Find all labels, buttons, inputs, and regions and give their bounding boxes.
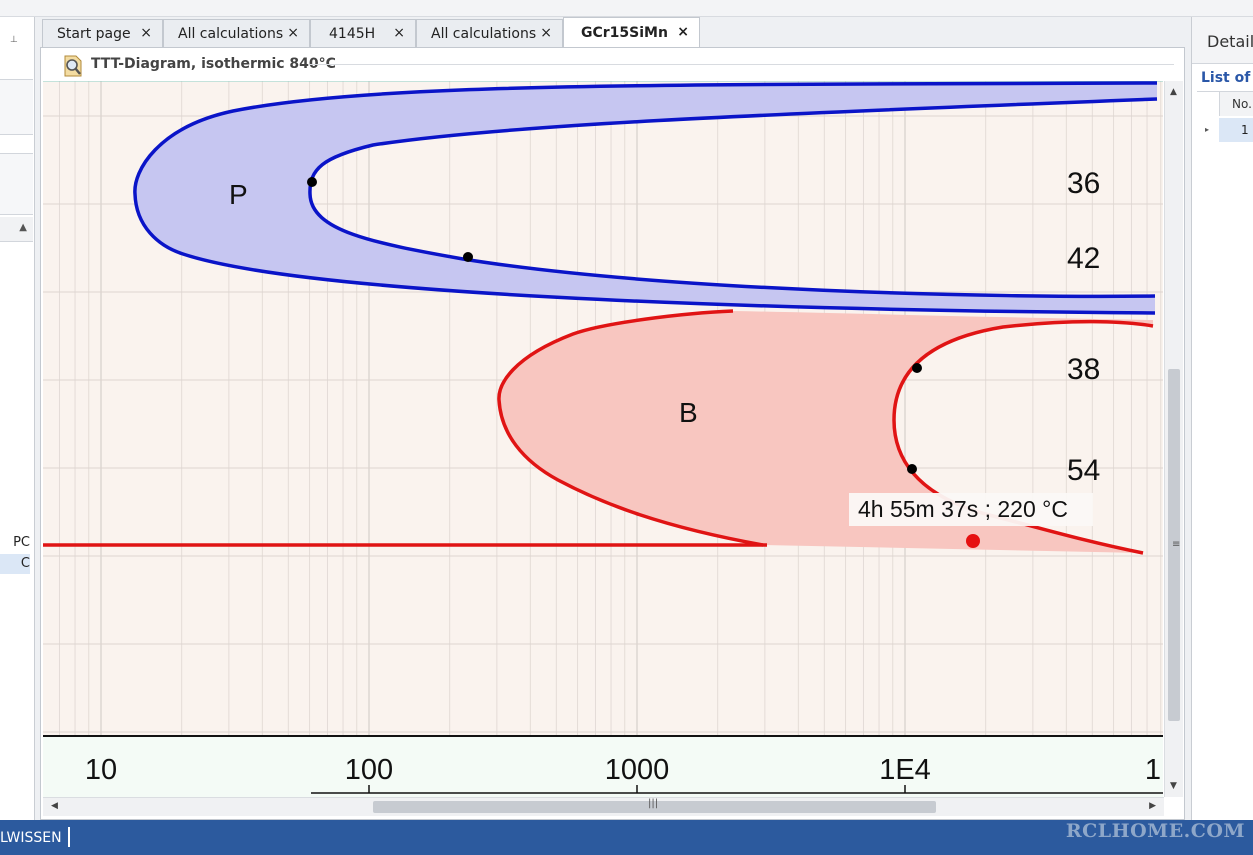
tab-label: 4145H (329, 26, 376, 42)
left-panel-item-selected[interactable]: C (0, 554, 30, 574)
tab-bar: Start page × All calculations × 4145H × … (40, 17, 1185, 48)
region-label-b: B (679, 397, 698, 428)
details-title: Details (1207, 32, 1253, 51)
details-header: Details (1192, 17, 1253, 64)
diagram-title: TTT-Diagram, isothermic 840°C (91, 56, 336, 72)
tab-label: GCr15SiMn (581, 25, 668, 41)
status-text: LWISSEN (0, 830, 62, 846)
hardness-label: 36 (1067, 167, 1100, 200)
tab-label: Start page (57, 26, 131, 42)
time-axis: 10 100 1000 1E4 1 (43, 735, 1163, 797)
cursor-marker (966, 534, 980, 548)
hardness-label: 54 (1067, 454, 1100, 487)
curve-point (307, 177, 317, 187)
hardness-label: 42 (1067, 242, 1100, 275)
left-panel: ⊥ ▲ PC C (0, 17, 35, 820)
curve-point (912, 363, 922, 373)
tab-start-page[interactable]: Start page × (42, 19, 163, 47)
top-strip (0, 0, 1253, 17)
title-divider (309, 64, 1174, 65)
chevron-up-icon: ▲ (19, 222, 27, 233)
close-icon[interactable]: × (677, 24, 689, 40)
grip-icon: ||| (648, 798, 659, 809)
scroll-left-arrow-icon[interactable]: ◀ (51, 801, 58, 811)
horizontal-scroll-thumb[interactable]: ||| (373, 798, 936, 813)
grip-icon: ≡ (1172, 539, 1181, 550)
watermark: RCLHOME.COM (1065, 820, 1245, 842)
details-list-label: List of (1201, 70, 1251, 86)
tab-gcr15simn[interactable]: GCr15SiMn × (563, 17, 700, 48)
x-tick-label: 1E4 (879, 754, 931, 786)
region-label-p: P (229, 179, 248, 210)
x-tick-label: 100 (345, 754, 393, 786)
close-icon[interactable]: × (140, 25, 152, 41)
scroll-right-arrow-icon[interactable]: ▶ (1149, 801, 1156, 811)
status-bar: LWISSEN RCLHOME.COM (0, 820, 1253, 855)
curve-point (907, 464, 917, 474)
details-grid: No. ▸ 1 (1197, 91, 1253, 144)
status-separator (68, 827, 70, 847)
left-panel-section (0, 153, 33, 215)
details-panel: Details List of No. ▸ 1 (1191, 17, 1253, 820)
tab-label: All calculations (431, 26, 537, 42)
vertical-scrollbar[interactable]: ▲ ≡ ▼ (1164, 81, 1183, 797)
tab-label: All calculations (178, 26, 284, 42)
close-icon[interactable]: × (540, 25, 552, 41)
cursor-tooltip: 4h 55m 37s ; 220 °C (858, 496, 1068, 522)
hardness-label: 38 (1067, 353, 1100, 386)
left-panel-item[interactable]: PC (0, 533, 30, 553)
row-selector-icon[interactable]: ▸ (1197, 118, 1219, 142)
x-tick-label: 1 (1145, 754, 1161, 786)
curve-point (463, 252, 473, 262)
ttt-diagram[interactable]: P B 36 42 38 54 4h 55m 37s ; 220 °C (43, 81, 1163, 735)
pin-icon[interactable]: ⊥ (10, 35, 18, 45)
tab-all-calculations[interactable]: All calculations × (163, 19, 310, 47)
document-frame: TTT-Diagram, isothermic 840°C P B 36 42 … (40, 47, 1185, 820)
close-icon[interactable]: × (393, 25, 405, 41)
x-tick-label: 10 (85, 754, 117, 786)
axis-ticks (368, 785, 906, 793)
left-panel-scroll-up[interactable]: ▲ (0, 217, 33, 242)
column-header-no[interactable]: No. (1219, 92, 1253, 116)
diagram-title-bar: TTT-Diagram, isothermic 840°C (41, 48, 1184, 81)
close-icon[interactable]: × (287, 25, 299, 41)
horizontal-scrollbar[interactable]: ◀ ||| ▶ (43, 797, 1164, 816)
tab-4145h[interactable]: 4145H × (310, 19, 416, 47)
vertical-scroll-thumb[interactable]: ≡ (1168, 369, 1180, 721)
grid-cell[interactable]: 1 (1219, 118, 1253, 142)
scroll-down-arrow-icon[interactable]: ▼ (1170, 781, 1177, 791)
tab-all-calculations-2[interactable]: All calculations × (416, 19, 563, 47)
x-tick-label: 1000 (605, 754, 670, 786)
document-search-icon (64, 55, 82, 77)
scroll-up-arrow-icon[interactable]: ▲ (1170, 87, 1177, 97)
left-panel-section (0, 79, 33, 135)
